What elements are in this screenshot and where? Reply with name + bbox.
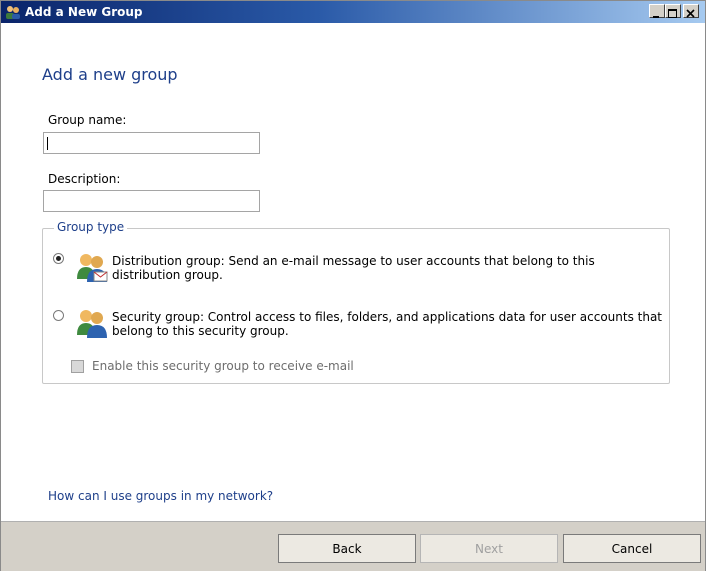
description-label: Description: [48,172,121,186]
text-caret [47,137,48,150]
security-group-line2: belong to this security group. [112,324,289,338]
window-title: Add a New Group [25,5,143,19]
help-link[interactable]: How can I use groups in my network? [48,489,273,503]
next-button[interactable]: Next [420,534,558,563]
minimize-button[interactable] [649,4,665,18]
group-mail-icon [77,254,108,282]
description-input[interactable] [43,190,260,212]
distribution-group-radio[interactable] [53,253,64,264]
page-title: Add a new group [42,65,178,84]
maximize-button[interactable] [665,4,681,18]
close-icon [686,9,695,18]
distribution-group-line1: Distribution group: Send an e-mail messa… [112,254,595,268]
security-group-radio[interactable] [53,310,64,321]
close-button[interactable] [683,4,699,18]
group-type-legend: Group type [54,220,128,234]
users-group-icon [6,6,20,19]
enable-email-checkbox[interactable] [71,360,84,373]
enable-email-label: Enable this security group to receive e-… [92,359,354,373]
distribution-group-line2: distribution group. [112,268,223,282]
group-security-icon [77,310,107,338]
security-group-line1: Security group: Control access to files,… [112,310,663,324]
title-bar[interactable]: Add a New Group [1,1,705,23]
minimize-icon [653,16,659,18]
group-name-label: Group name: [48,113,127,127]
add-group-dialog: Add a New Group Add a new group Group na… [0,0,706,571]
cancel-button[interactable]: Cancel [563,534,701,563]
back-button[interactable]: Back [278,534,416,563]
maximize-icon [668,9,677,18]
group-name-input[interactable] [43,132,260,154]
